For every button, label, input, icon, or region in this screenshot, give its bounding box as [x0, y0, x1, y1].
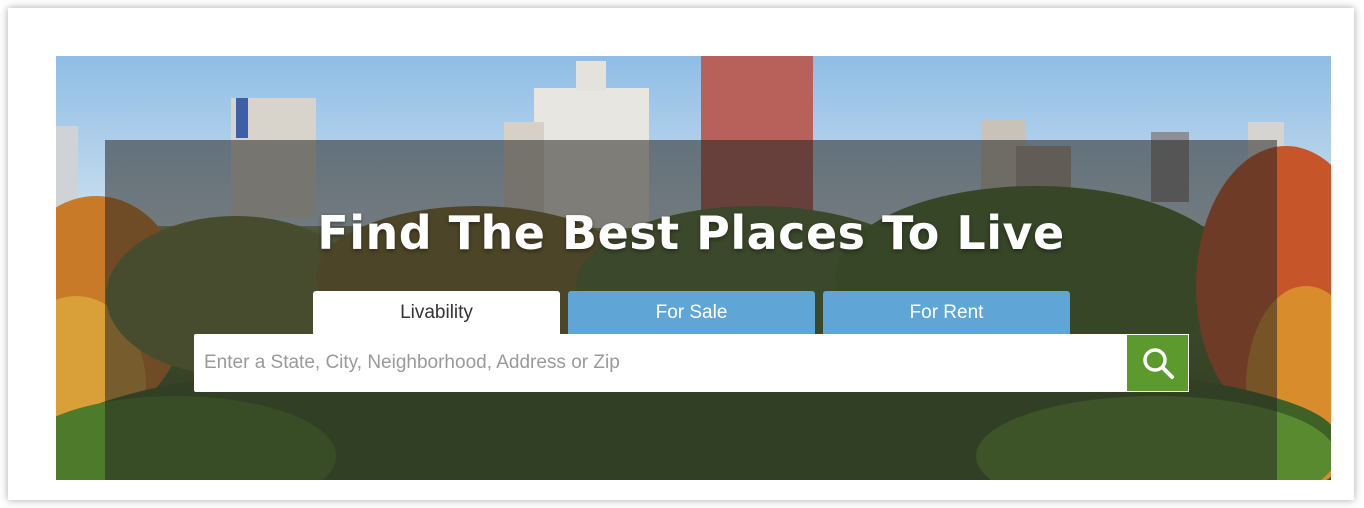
tab-for-rent[interactable]: For Rent [823, 291, 1070, 334]
search-button[interactable] [1126, 334, 1189, 392]
search-icon [1142, 348, 1174, 379]
page-frame: Find The Best Places To Live Livability … [8, 8, 1354, 500]
location-search-input[interactable] [194, 334, 1126, 392]
tab-for-sale[interactable]: For Sale [568, 291, 815, 334]
tab-livability[interactable]: Livability [313, 291, 560, 334]
search-type-tabs: Livability For Sale For Rent [313, 291, 1070, 334]
search-bar [194, 334, 1189, 392]
hero-headline: Find The Best Places To Live [317, 206, 1065, 260]
